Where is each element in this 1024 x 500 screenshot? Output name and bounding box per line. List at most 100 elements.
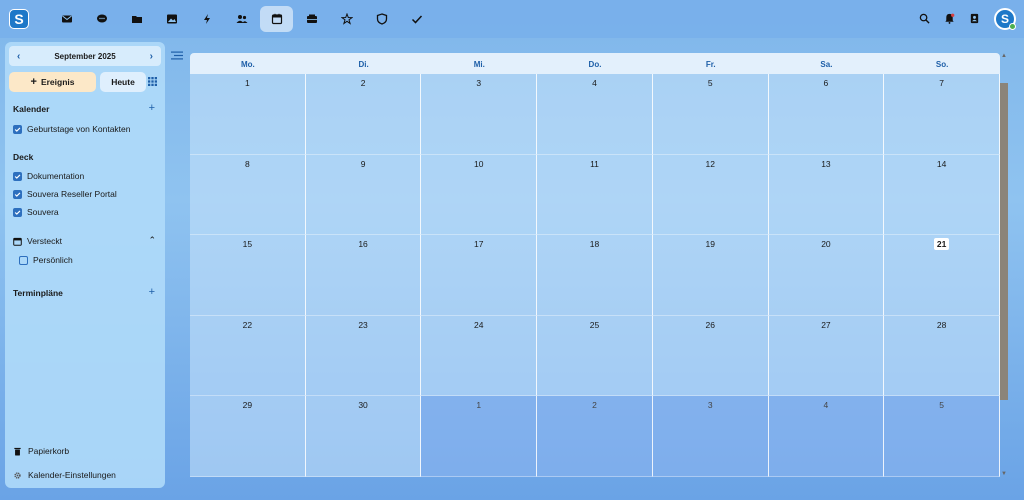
day-cell[interactable]: 19 <box>652 235 769 316</box>
photos-icon[interactable] <box>155 6 188 32</box>
calendar-settings-button[interactable]: Kalender-Einstellungen <box>13 470 116 480</box>
deck-item-reseller-portal[interactable]: Souvera Reseller Portal <box>13 189 117 199</box>
new-event-button[interactable]: + Ereignis <box>9 72 96 92</box>
day-number[interactable]: 4 <box>824 400 829 410</box>
day-cell[interactable]: 12 <box>652 154 769 236</box>
day-number[interactable]: 6 <box>824 78 829 88</box>
day-number[interactable]: 3 <box>476 78 481 88</box>
trash-button[interactable]: Papierkorb <box>13 446 69 456</box>
tasks-icon[interactable] <box>400 6 433 32</box>
calendar-item-birthdays[interactable]: Geburtstage von Kontakten <box>13 124 131 134</box>
day-cell[interactable]: 11 <box>537 154 653 236</box>
day-cell[interactable]: 15 <box>190 235 306 316</box>
month-picker[interactable]: ‹ September 2025 › <box>9 46 161 66</box>
checkbox-checked-icon[interactable] <box>13 171 22 181</box>
day-cell[interactable]: 20 <box>768 235 885 316</box>
day-cell[interactable]: 3 <box>421 74 538 155</box>
checkbox-checked-icon[interactable] <box>13 124 22 134</box>
day-number[interactable]: 12 <box>705 159 714 169</box>
deck-item-documentation[interactable]: Dokumentation <box>13 171 84 181</box>
next-month-icon[interactable]: › <box>150 51 153 62</box>
day-cell[interactable]: 13 <box>768 154 885 236</box>
day-number[interactable]: 18 <box>590 239 599 249</box>
day-number[interactable]: 2 <box>361 78 366 88</box>
day-number[interactable]: 19 <box>705 239 714 249</box>
day-cell[interactable]: 30 <box>305 396 422 477</box>
calendar-icon[interactable] <box>260 6 293 32</box>
day-cell[interactable]: 25 <box>537 315 653 397</box>
search-icon[interactable] <box>919 13 930 26</box>
deck-item-souvera[interactable]: Souvera <box>13 207 59 217</box>
day-cell[interactable]: 9 <box>305 154 422 236</box>
day-number[interactable]: 3 <box>708 400 713 410</box>
deck-icon[interactable] <box>295 6 328 32</box>
add-calendar-icon[interactable]: + <box>149 102 155 114</box>
day-cell[interactable]: 22 <box>190 315 306 397</box>
day-number[interactable]: 29 <box>243 400 252 410</box>
calendar-scrollbar[interactable]: ▲ ▼ <box>999 53 1009 477</box>
day-cell[interactable]: 18 <box>537 235 653 316</box>
day-number[interactable]: 7 <box>939 78 944 88</box>
day-number[interactable]: 20 <box>821 239 830 249</box>
scroll-down-icon[interactable]: ▼ <box>1001 471 1007 477</box>
activity-icon[interactable] <box>190 6 223 32</box>
checkbox-unchecked-icon[interactable] <box>19 255 28 265</box>
talk-icon[interactable] <box>85 6 118 32</box>
day-cell[interactable]: 2 <box>305 74 422 155</box>
day-number[interactable]: 5 <box>939 400 944 410</box>
day-cell[interactable]: 29 <box>190 396 306 477</box>
day-number[interactable]: 11 <box>590 159 599 169</box>
files-icon[interactable] <box>120 6 153 32</box>
contacts-icon[interactable] <box>225 6 258 32</box>
day-number[interactable]: 1 <box>245 78 250 88</box>
user-avatar[interactable]: S <box>994 8 1016 30</box>
day-cell-next-month[interactable]: 1 <box>421 396 538 477</box>
day-number[interactable]: 14 <box>937 159 946 169</box>
day-number[interactable]: 13 <box>821 159 830 169</box>
day-cell[interactable]: 17 <box>421 235 538 316</box>
today-button[interactable]: Heute <box>100 72 146 92</box>
day-number[interactable]: 30 <box>358 400 367 410</box>
day-number[interactable]: 10 <box>474 159 483 169</box>
day-number[interactable]: 8 <box>245 159 250 169</box>
day-cell[interactable]: 28 <box>884 315 1000 397</box>
day-number[interactable]: 24 <box>474 320 483 330</box>
favorites-icon[interactable] <box>330 6 363 32</box>
day-cell[interactable]: 14 <box>884 154 1000 236</box>
today-day-number[interactable]: 21 <box>933 238 950 251</box>
day-cell-today[interactable]: 21 <box>884 235 1000 316</box>
checkbox-checked-icon[interactable] <box>13 207 22 217</box>
day-cell[interactable]: 8 <box>190 154 306 236</box>
day-cell[interactable]: 23 <box>305 315 422 397</box>
hidden-item-personal[interactable]: Persönlich <box>19 255 73 265</box>
day-number[interactable]: 5 <box>708 78 713 88</box>
notifications-icon[interactable] <box>944 13 955 26</box>
day-cell[interactable]: 27 <box>768 315 885 397</box>
day-cell[interactable]: 10 <box>421 154 538 236</box>
toggle-sidebar-icon[interactable] <box>171 51 183 60</box>
day-number[interactable]: 22 <box>243 320 252 330</box>
month-label[interactable]: September 2025 <box>54 52 115 61</box>
day-number[interactable]: 25 <box>590 320 599 330</box>
day-cell[interactable]: 26 <box>652 315 769 397</box>
day-number[interactable]: 23 <box>358 320 367 330</box>
day-cell-next-month[interactable]: 2 <box>537 396 653 477</box>
day-cell[interactable]: 4 <box>537 74 653 155</box>
day-cell[interactable]: 1 <box>190 74 306 155</box>
day-number[interactable]: 17 <box>474 239 483 249</box>
scrollbar-thumb[interactable] <box>1000 83 1008 400</box>
day-number[interactable]: 2 <box>592 400 597 410</box>
day-number[interactable]: 27 <box>821 320 830 330</box>
hidden-section-toggle[interactable]: Versteckt <box>13 236 62 246</box>
contacts-menu-icon[interactable] <box>969 13 980 26</box>
view-grid-icon[interactable] <box>148 77 157 86</box>
day-cell[interactable]: 7 <box>884 74 1000 155</box>
day-number[interactable]: 9 <box>361 159 366 169</box>
checkbox-checked-icon[interactable] <box>13 189 22 199</box>
day-number[interactable]: 16 <box>358 239 367 249</box>
add-appointment-icon[interactable]: + <box>149 286 155 298</box>
day-cell[interactable]: 24 <box>421 315 538 397</box>
day-cell-next-month[interactable]: 3 <box>652 396 769 477</box>
day-number[interactable]: 26 <box>705 320 714 330</box>
mail-icon[interactable] <box>50 6 83 32</box>
